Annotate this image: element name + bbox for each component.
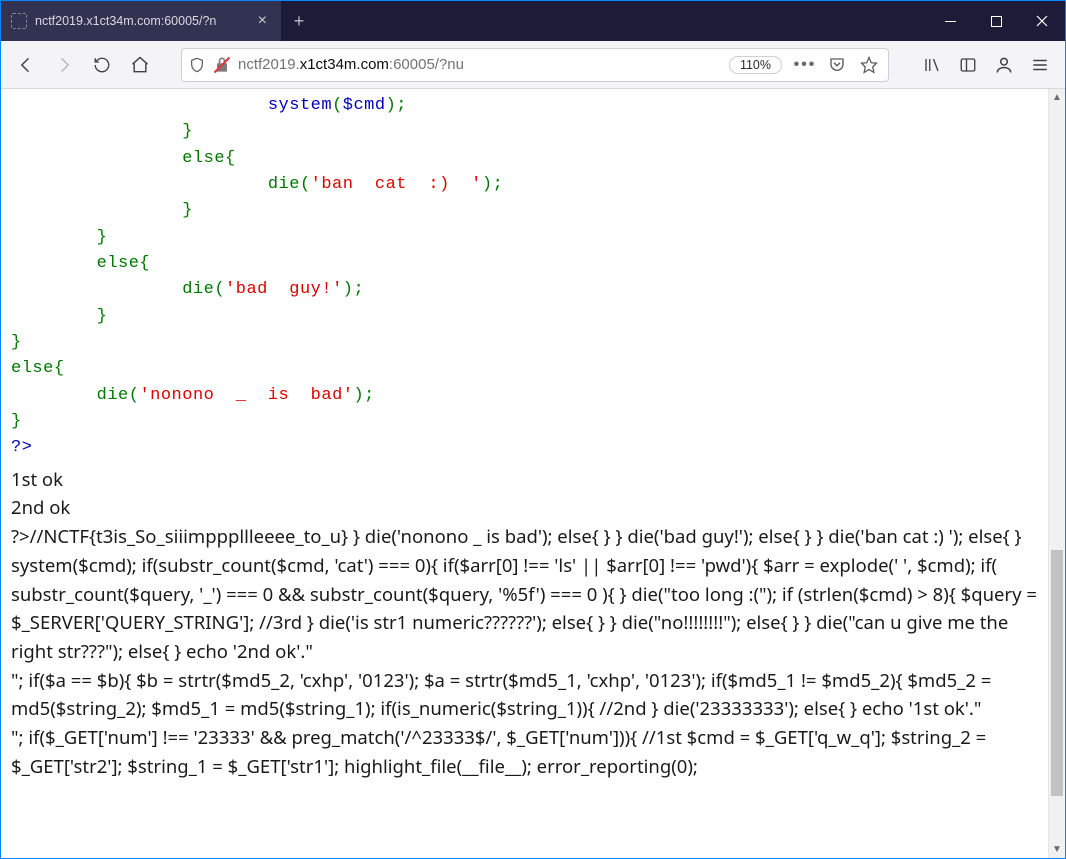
sidebar-icon[interactable]: [951, 48, 985, 82]
scroll-up-icon[interactable]: ▲: [1049, 89, 1065, 106]
insecure-lock-icon[interactable]: [212, 55, 232, 75]
output-body-3: "; if($_GET['num'] !== '23333' && preg_m…: [11, 724, 1042, 781]
home-button[interactable]: [123, 48, 157, 82]
url-host: x1ct34m.com: [300, 56, 389, 73]
highlighted-source: system($cmd); } else{ die('ban cat :) ')…: [11, 93, 1042, 462]
tracking-shield-icon[interactable]: [188, 56, 206, 74]
tab-close-icon[interactable]: ×: [254, 12, 271, 30]
page-content[interactable]: system($cmd); } else{ die('ban cat :) ')…: [1, 89, 1048, 858]
window-controls: [927, 1, 1065, 41]
bookmark-star-icon[interactable]: [856, 56, 882, 74]
scroll-down-icon[interactable]: ▼: [1049, 841, 1065, 858]
output-body-1: ?>//NCTF{t3is_So_siiimpppllleeee_to_u} }…: [11, 523, 1042, 666]
toolbar: nctf2019.x1ct34m.com:60005/?nu 110% •••: [1, 41, 1065, 89]
minimize-button[interactable]: [927, 1, 973, 41]
browser-window: nctf2019.x1ct34m.com:60005/?n × +: [0, 0, 1066, 859]
tab-title: nctf2019.x1ct34m.com:60005/?n: [35, 14, 246, 28]
content-area: system($cmd); } else{ die('ban cat :) ')…: [1, 89, 1065, 858]
tab-favicon-icon: [11, 13, 27, 29]
titlebar: nctf2019.x1ct34m.com:60005/?n × +: [1, 1, 1065, 41]
vertical-scrollbar[interactable]: ▲ ▼: [1048, 89, 1065, 858]
page-actions-icon[interactable]: •••: [792, 56, 818, 74]
maximize-button[interactable]: [973, 1, 1019, 41]
library-icon[interactable]: [915, 48, 949, 82]
browser-tab[interactable]: nctf2019.x1ct34m.com:60005/?n ×: [1, 1, 281, 41]
output-line-2: 2nd ok: [11, 494, 1042, 523]
response-output: 1st ok 2nd ok ?>//NCTF{t3is_So_siiimpppl…: [11, 466, 1042, 781]
close-window-button[interactable]: [1019, 1, 1065, 41]
output-line-1: 1st ok: [11, 466, 1042, 495]
scrollbar-thumb[interactable]: [1051, 550, 1063, 796]
url-prefix: nctf2019.: [238, 56, 300, 73]
url-bar[interactable]: nctf2019.x1ct34m.com:60005/?nu 110% •••: [181, 48, 889, 82]
titlebar-spacer: [317, 1, 927, 41]
menu-icon[interactable]: [1023, 48, 1057, 82]
url-suffix: :60005/?nu: [389, 56, 464, 73]
toolbar-right: [915, 48, 1057, 82]
account-icon[interactable]: [987, 48, 1021, 82]
back-button[interactable]: [9, 48, 43, 82]
output-body-2: "; if($a == $b){ $b = strtr($md5_2, 'cxh…: [11, 667, 1042, 724]
new-tab-button[interactable]: +: [281, 1, 317, 41]
reload-button[interactable]: [85, 48, 119, 82]
zoom-indicator[interactable]: 110%: [729, 56, 782, 74]
url-text[interactable]: nctf2019.x1ct34m.com:60005/?nu: [238, 56, 723, 73]
pocket-icon[interactable]: [824, 56, 850, 74]
forward-button[interactable]: [47, 48, 81, 82]
